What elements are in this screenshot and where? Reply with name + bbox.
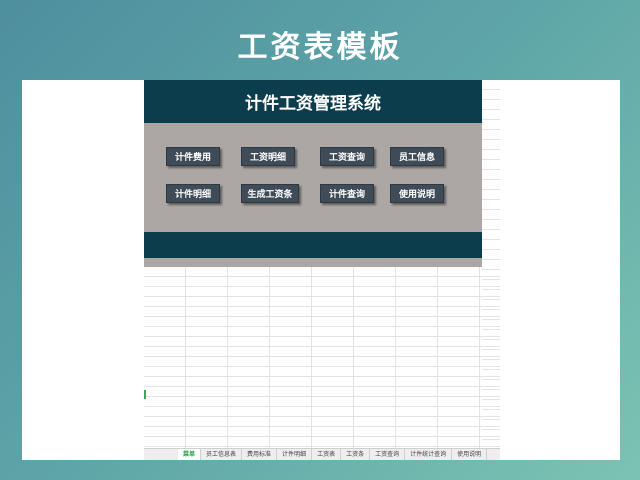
- system-title: 计件工资管理系统: [144, 80, 482, 123]
- menu-panel: 计件费用 工资明细 工资查询 员工信息 计件明细 生成工资条 计件查询 使用说明: [144, 123, 482, 232]
- sheet-tab-bar: 菜单 员工信息表 费用标准 计件明细 工资表 工资条 工资查询 计件统计查询 使…: [144, 448, 500, 460]
- employee-info-button[interactable]: 员工信息: [390, 147, 444, 166]
- generate-payslip-button[interactable]: 生成工资条: [241, 184, 299, 203]
- piece-detail-button[interactable]: 计件明细: [166, 184, 220, 203]
- spreadsheet-window: 计件工资管理系统 计件费用 工资明细 工资查询 员工信息 计件明细 生成工资条 …: [22, 80, 620, 460]
- sheet-tab-fee-standard[interactable]: 费用标准: [242, 449, 278, 460]
- menu-panel-strip: [144, 258, 482, 267]
- sheet-tab-instructions[interactable]: 使用说明: [452, 449, 488, 460]
- sheet-tab-wage-table[interactable]: 工资表: [312, 449, 342, 460]
- sheet-tab-menu[interactable]: 菜单: [178, 449, 202, 460]
- piece-query-button[interactable]: 计件查询: [320, 184, 374, 203]
- selected-cell-marker: [144, 390, 146, 399]
- cell-grid[interactable]: [144, 267, 500, 448]
- sheet-tab-piece-detail[interactable]: 计件明细: [277, 449, 313, 460]
- instructions-button[interactable]: 使用说明: [390, 184, 444, 203]
- piece-fee-button[interactable]: 计件费用: [166, 147, 220, 166]
- banner-title: 工资表模板: [237, 30, 403, 65]
- sheet-tab-piece-stats-query[interactable]: 计件统计查询: [405, 449, 453, 460]
- wage-detail-button[interactable]: 工资明细: [241, 147, 295, 166]
- wage-query-button[interactable]: 工资查询: [320, 147, 374, 166]
- sheet-tab-payslip[interactable]: 工资条: [341, 449, 371, 460]
- sheet-tab-wage-query[interactable]: 工资查询: [370, 449, 406, 460]
- sheet-tab-employee-info[interactable]: 员工信息表: [201, 449, 243, 460]
- menu-panel-footer: [144, 232, 482, 258]
- cell-grid-right-column[interactable]: [482, 80, 500, 448]
